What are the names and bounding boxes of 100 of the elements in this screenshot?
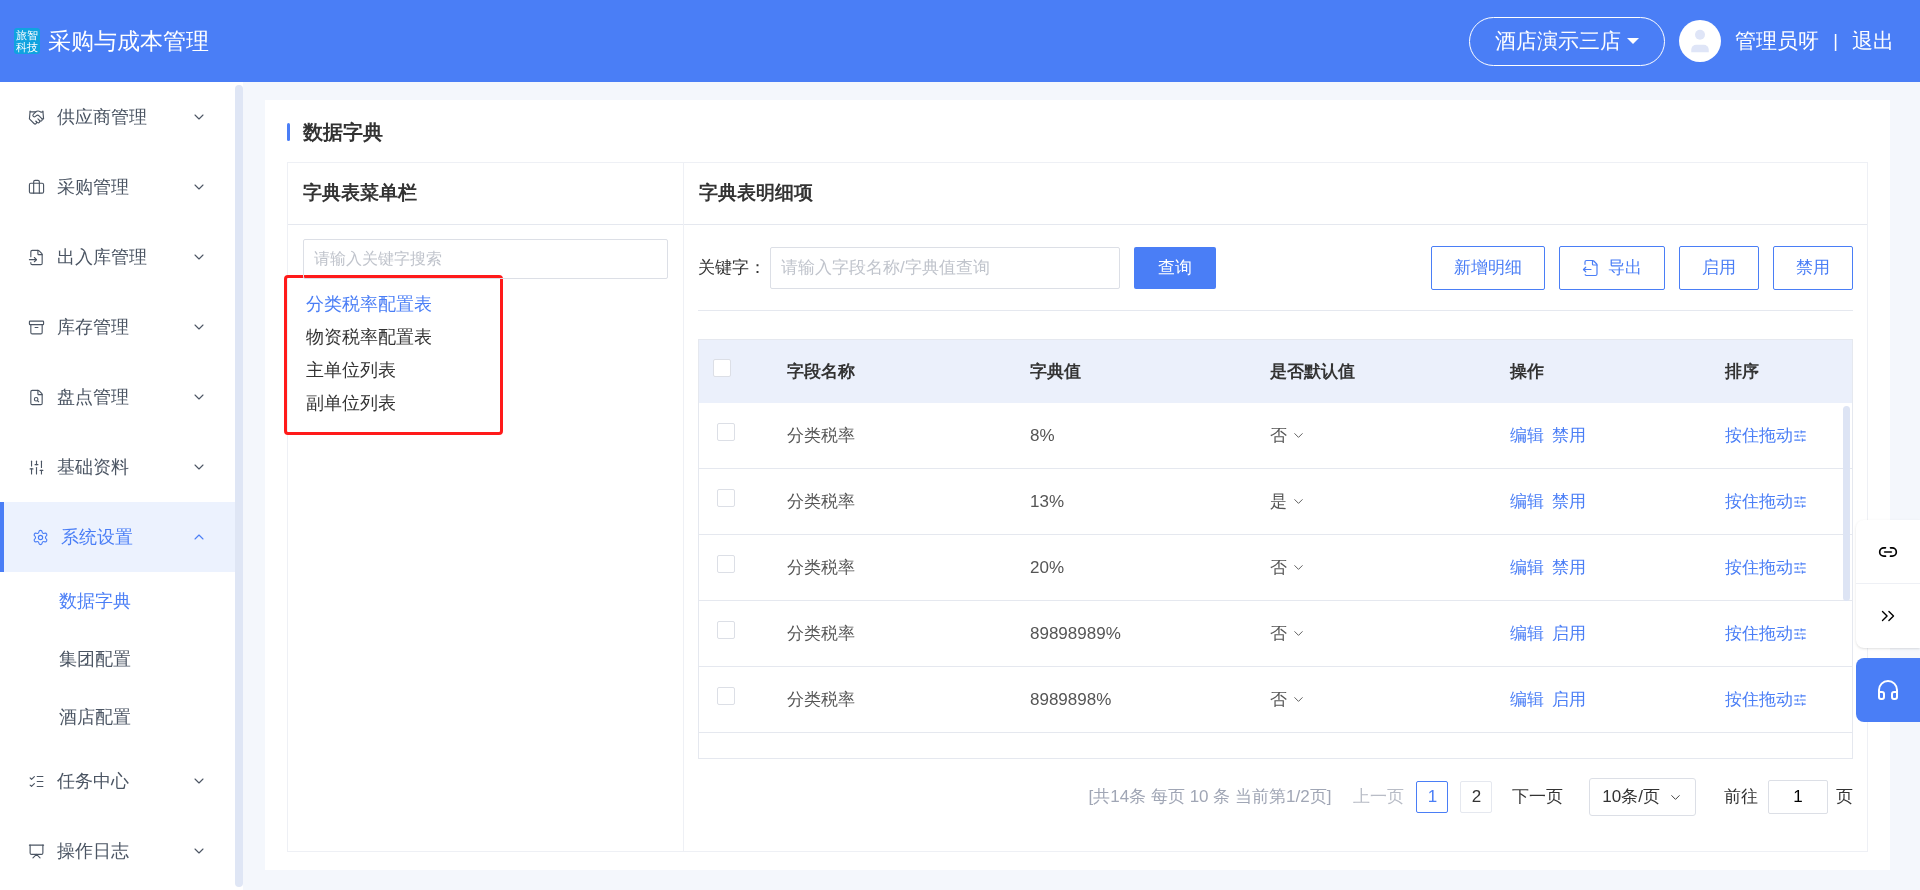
goto-suffix: 页	[1836, 786, 1853, 809]
default-select[interactable]: 否	[1270, 422, 1306, 449]
logo: 旅智 科技	[14, 28, 40, 54]
sliders-icon	[1793, 428, 1807, 443]
table-cell-text: 13%	[1030, 490, 1066, 513]
action-link[interactable]: 启用	[1552, 686, 1586, 713]
handshake-icon	[28, 108, 45, 126]
sidebar-subitem[interactable]: 酒店配置	[0, 688, 235, 746]
keyword-field[interactable]: 请输入字段名称/字典值查询	[770, 246, 1120, 289]
next-page-button[interactable]: 下一页	[1512, 784, 1564, 810]
panel-title: 字典表菜单栏	[303, 181, 417, 206]
avatar	[1679, 20, 1722, 62]
sidebar-subitem[interactable]: 集团配置	[0, 630, 235, 688]
checkbox[interactable]	[717, 422, 735, 441]
sliders-icon	[28, 458, 45, 476]
table-cell-text: 分类税率	[787, 622, 856, 645]
export-icon	[1582, 258, 1600, 277]
default-select[interactable]: 否	[1270, 554, 1306, 581]
pagination-summary: [共14条 每页 10 条 当前第1/2页]	[1088, 786, 1332, 809]
column-header: 字典值	[1030, 360, 1082, 383]
column-header: 操作	[1510, 360, 1545, 383]
sliders-icon	[1793, 626, 1807, 641]
default-select[interactable]: 否	[1270, 686, 1306, 713]
sidebar-item[interactable]: 操作日志	[0, 816, 235, 886]
page-button[interactable]: 1	[1416, 781, 1449, 813]
drag-handle[interactable]: 按住拖动	[1725, 620, 1807, 647]
action-link[interactable]: 编辑	[1510, 686, 1544, 713]
action-link[interactable]: 编辑	[1510, 422, 1544, 449]
sidebar-subitem[interactable]: 数据字典	[0, 572, 235, 630]
table-cell-text: 89898989%	[1030, 622, 1122, 645]
sliders-icon	[1793, 692, 1807, 707]
goto-label: 前往	[1724, 786, 1758, 809]
sidebar-item[interactable]: 基础资料	[0, 432, 235, 502]
checkbox[interactable]	[717, 554, 735, 573]
caret-icon	[1627, 38, 1640, 44]
toolbar-button[interactable]: 禁用	[1773, 245, 1853, 290]
keyword-label: 关键字：	[698, 256, 766, 279]
sidebar-item[interactable]: 出入库管理	[0, 222, 235, 292]
menu-item[interactable]: 副单位列表	[306, 389, 500, 418]
search-field[interactable]: 请输入关键字搜索	[303, 239, 668, 279]
table-cell-text: 20%	[1030, 556, 1066, 579]
action-link[interactable]: 禁用	[1552, 554, 1586, 581]
sidebar-item[interactable]: 采购管理	[0, 152, 235, 222]
drag-handle[interactable]: 按住拖动	[1725, 422, 1807, 449]
column-header: 是否默认值	[1270, 360, 1356, 383]
column-header: 字段名称	[787, 360, 856, 383]
column-header: 排序	[1725, 360, 1760, 383]
drag-handle[interactable]: 按住拖动	[1725, 554, 1807, 581]
drag-handle[interactable]: 按住拖动	[1725, 488, 1807, 515]
sidebar-item[interactable]: 供应商管理	[0, 82, 235, 152]
toolbar-button[interactable]: 新增明细	[1431, 245, 1545, 290]
goto-field[interactable]: 1	[1768, 780, 1828, 814]
table-cell-text: 分类税率	[787, 556, 856, 579]
table-cell-text: 8%	[1030, 424, 1056, 447]
drag-handle[interactable]: 按住拖动	[1725, 686, 1807, 713]
checkbox[interactable]	[713, 358, 731, 377]
sidebar-item[interactable]: 任务中心	[0, 746, 235, 816]
query-button[interactable]: 查询	[1134, 246, 1216, 289]
page-size-select[interactable]: 10条/页	[1589, 778, 1696, 816]
toolbar-button[interactable]: 启用	[1679, 245, 1759, 290]
separator: |	[1833, 29, 1838, 53]
file-search-icon	[28, 388, 45, 406]
settings-icon	[32, 528, 49, 546]
headset-icon	[1876, 678, 1900, 702]
action-link[interactable]: 启用	[1552, 620, 1586, 647]
logout-link[interactable]: 退出	[1852, 25, 1894, 57]
sidebar-item[interactable]: 系统设置	[0, 502, 235, 572]
table-cell-text: 分类税率	[787, 424, 856, 447]
app-title: 采购与成本管理	[48, 26, 209, 56]
panel-title: 字典表明细项	[699, 181, 813, 206]
file-input-icon	[28, 248, 45, 266]
toolbar-button[interactable]: 导出	[1559, 245, 1665, 290]
sliders-icon	[1793, 560, 1807, 575]
sidebar-item[interactable]: 盘点管理	[0, 362, 235, 432]
action-link[interactable]: 禁用	[1552, 488, 1586, 515]
support-button[interactable]	[1856, 658, 1920, 722]
table-cell-text: 分类税率	[787, 490, 856, 513]
scrollbar[interactable]	[235, 85, 243, 887]
table-cell-text: 分类税率	[787, 688, 856, 711]
action-link[interactable]: 编辑	[1510, 620, 1544, 647]
menu-item[interactable]: 分类税率配置表	[306, 290, 500, 319]
action-link[interactable]: 编辑	[1510, 554, 1544, 581]
presentation-icon	[28, 842, 45, 860]
menu-item[interactable]: 主单位列表	[306, 356, 500, 385]
table-scrollbar[interactable]	[1843, 406, 1850, 601]
action-link[interactable]: 禁用	[1552, 422, 1586, 449]
default-select[interactable]: 是	[1270, 488, 1306, 515]
user-name: 管理员呀	[1735, 28, 1820, 55]
default-select[interactable]: 否	[1270, 620, 1306, 647]
action-link[interactable]: 编辑	[1510, 488, 1544, 515]
checkbox[interactable]	[717, 620, 735, 639]
page-button[interactable]: 2	[1460, 781, 1493, 813]
checkbox[interactable]	[717, 488, 735, 507]
sidebar-item[interactable]: 库存管理	[0, 292, 235, 362]
briefcase-icon	[28, 178, 45, 196]
archive-icon	[28, 318, 45, 336]
page-title: 数据字典	[303, 120, 383, 145]
checkbox[interactable]	[717, 686, 735, 705]
sliders-icon	[1793, 494, 1807, 509]
menu-item[interactable]: 物资税率配置表	[306, 323, 500, 352]
